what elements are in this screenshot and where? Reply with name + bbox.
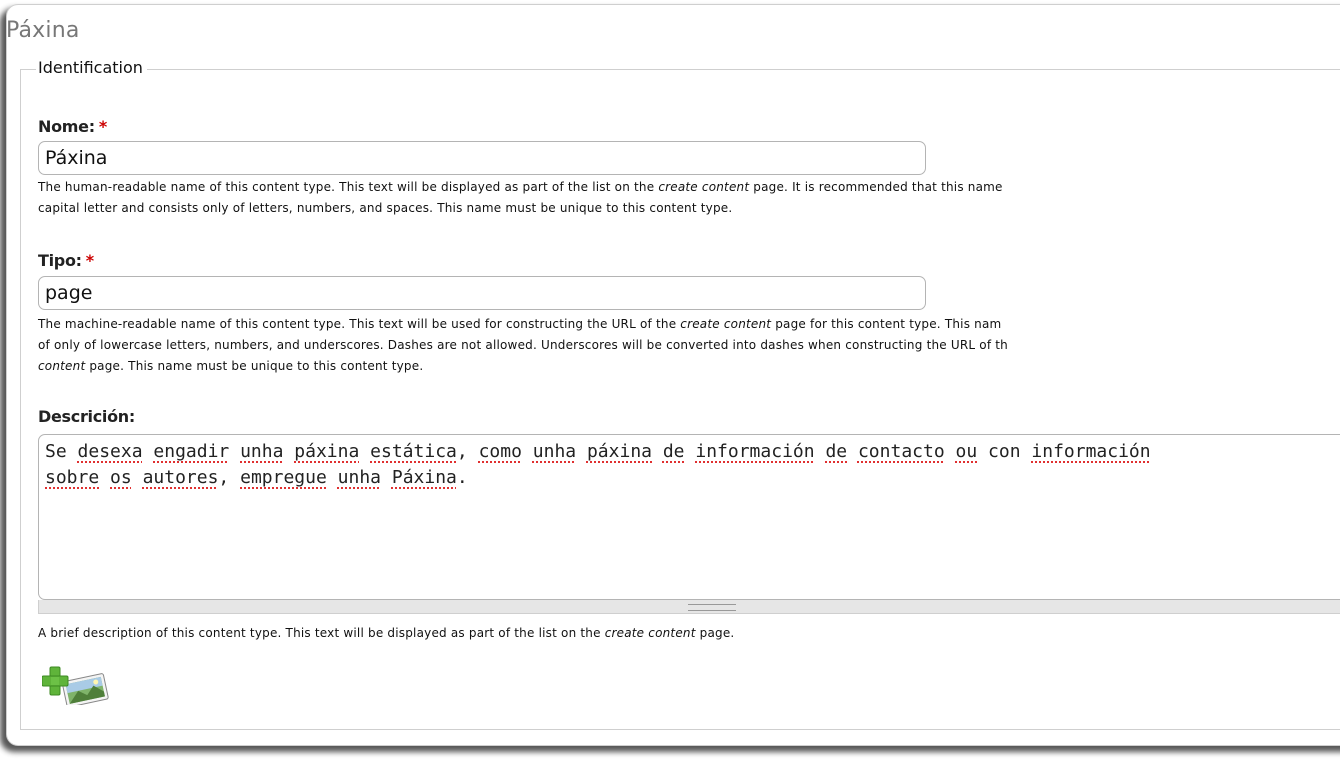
misspelled-word: de [825,441,848,462]
description-text [132,467,143,488]
description-text [576,441,587,462]
description-help-text-end: page. [695,626,735,640]
add-image-icon[interactable] [41,665,112,708]
description-text [522,441,533,462]
misspelled-word: engadir [153,441,230,462]
misspelled-word: información [695,441,815,462]
name-help: The human-readable name of this content … [38,177,1338,219]
misspelled-word: ou [955,441,978,462]
required-marker: * [85,251,94,270]
required-marker: * [98,117,107,136]
description-text [815,441,826,462]
description-text [327,467,338,488]
name-help-line2: capital letter and consists only of lett… [38,201,733,215]
grip-icon [688,604,736,611]
description-textarea[interactable]: Se desexa engadir unha páxina estática, … [38,434,1340,600]
name-help-emphasis: create content [658,180,750,194]
misspelled-word: unha [532,441,577,462]
type-input[interactable]: page [38,276,926,310]
description-text [359,441,370,462]
type-help-emphasis: create content [680,317,772,331]
type-label-text: Tipo: [38,251,82,270]
description-label: Descrición: [38,407,135,426]
misspelled-word: autores [142,467,219,488]
misspelled-word: información [1031,441,1151,462]
description-text: , [456,441,479,462]
misspelled-word: sobre [45,467,100,488]
misspelled-word: páxina [586,441,652,462]
description-text [685,441,696,462]
description-help-emphasis: create content [604,626,696,640]
type-help-line2: of only of lowercase letters, numbers, a… [38,338,1008,352]
description-text [283,441,294,462]
type-help-text: The machine-readable name of this conten… [38,317,681,331]
misspelled-word: empregue [240,467,327,488]
name-input[interactable]: Páxina [38,141,926,175]
name-help-text: The human-readable name of this content … [38,180,659,194]
description-text [99,467,110,488]
misspelled-word: os [110,467,132,488]
misspelled-word: desexa [77,441,143,462]
name-label: Nome: * [38,117,107,136]
page-title: Páxina [6,18,80,43]
description-text: . [456,467,468,488]
misspelled-word: unha [337,467,382,488]
description-text [847,441,858,462]
description-line-1: Se desexa engadir unha páxina estática, … [45,439,1340,465]
type-help: The machine-readable name of this conten… [38,314,1338,377]
description-line-2: sobre os autores, empregue unha Páxina. [45,465,1340,491]
misspelled-word: estática [370,441,457,462]
description-text [143,441,154,462]
description-text [229,441,240,462]
description-text: con [977,441,1032,462]
description-text: Se [45,441,78,462]
description-text [945,441,956,462]
description-help-text: A brief description of this content type… [38,626,605,640]
type-label: Tipo: * [38,251,94,270]
misspelled-word: como [478,441,522,462]
misspelled-word: unha [240,441,284,462]
misspelled-word: contacto [857,441,945,462]
description-text [652,441,663,462]
fieldset-border-bottom [20,729,1340,730]
misspelled-word: páxina [294,441,360,462]
type-help-emphasis-2: content [38,359,86,373]
description-text [381,467,392,488]
type-help-line3: page. This name must be unique to this c… [85,359,424,373]
description-help: A brief description of this content type… [38,623,1338,644]
name-label-text: Nome: [38,117,95,136]
misspelled-word: Páxina [391,467,457,488]
type-help-text-end: page for this content type. This nam [771,317,1002,331]
name-help-text-end: page. It is recommended that this name [749,180,1003,194]
fieldset-legend: Identification [36,58,147,77]
description-text: , [218,467,241,488]
misspelled-word: de [662,441,685,462]
